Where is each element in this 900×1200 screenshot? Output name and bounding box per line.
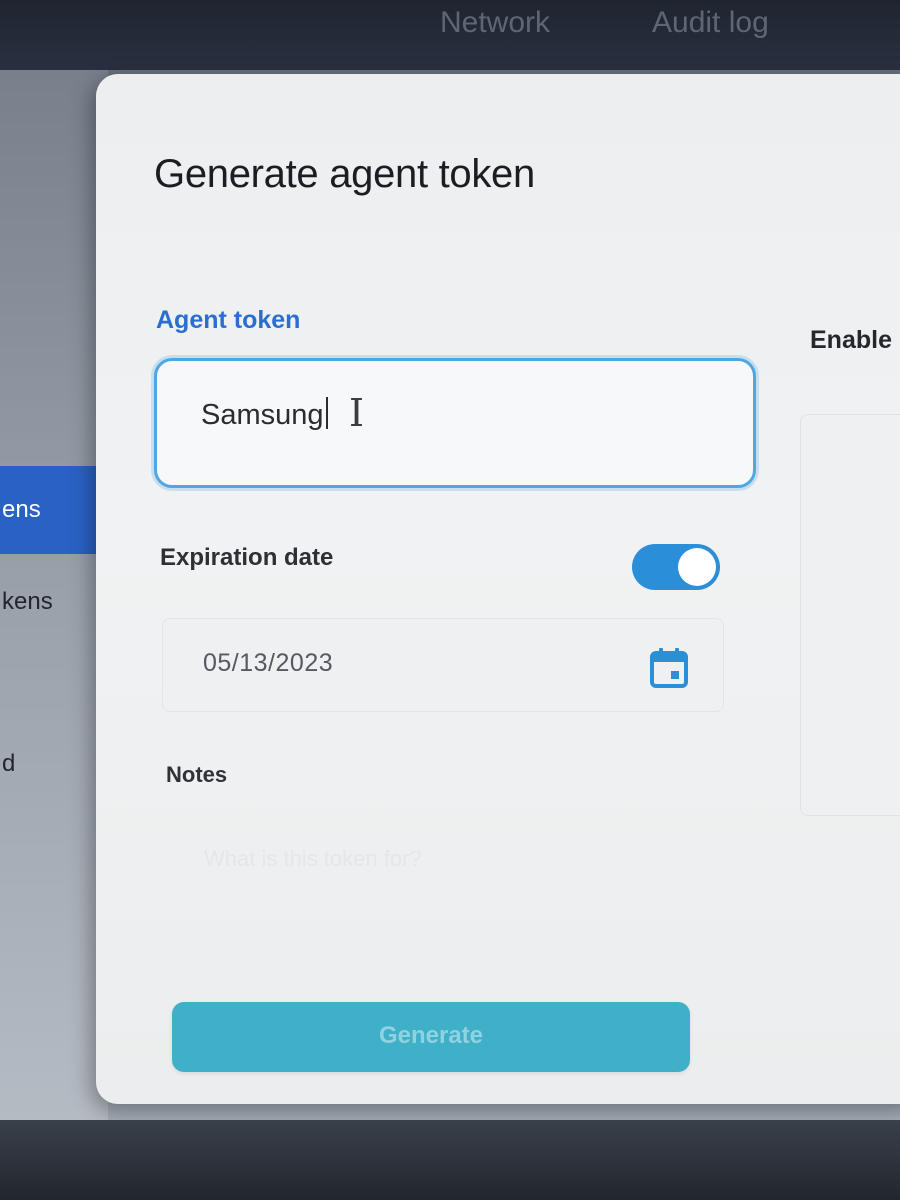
calendar-icon[interactable] (649, 647, 689, 689)
agent-token-input[interactable]: Samsung I (154, 358, 756, 488)
app-screen: Network Audit log ens kens d Generate ag… (0, 0, 900, 1120)
enable-panel (800, 414, 900, 816)
toggle-knob (678, 548, 716, 586)
ibeam-cursor-icon: I (349, 391, 365, 435)
sidebar-item-tokens[interactable]: ens (0, 466, 108, 554)
generate-button-label: Generate (378, 1022, 484, 1049)
expiration-date-input[interactable]: 05/13/2023 (162, 618, 724, 712)
sidebar-item-other[interactable]: d (0, 720, 108, 808)
monitor-bezel (0, 1120, 900, 1200)
notes-label: Notes (166, 762, 228, 787)
top-navigation: Network Audit log (0, 0, 900, 70)
agent-token-label: Agent token (156, 306, 301, 334)
agent-token-value: Samsung (201, 397, 328, 432)
generate-token-modal: Generate agent token Agent token Samsung… (96, 74, 900, 1104)
modal-title: Generate agent token (154, 152, 535, 196)
nav-link-network[interactable]: Network (440, 6, 550, 40)
generate-button[interactable]: Generate (172, 1002, 690, 1072)
text-caret (325, 397, 328, 429)
sidebar: ens kens d (0, 70, 108, 1120)
enable-label: Enable (810, 326, 892, 354)
notes-textarea[interactable]: What is this token for? (168, 804, 728, 954)
expiration-toggle[interactable] (632, 544, 720, 590)
notes-placeholder: What is this token for? (204, 846, 422, 871)
expiration-date-value: 05/13/2023 (203, 649, 334, 677)
expiration-date-label: Expiration date (160, 544, 334, 571)
nav-link-audit-log[interactable]: Audit log (652, 6, 769, 40)
sidebar-item-agent-tokens[interactable]: kens (0, 558, 108, 646)
